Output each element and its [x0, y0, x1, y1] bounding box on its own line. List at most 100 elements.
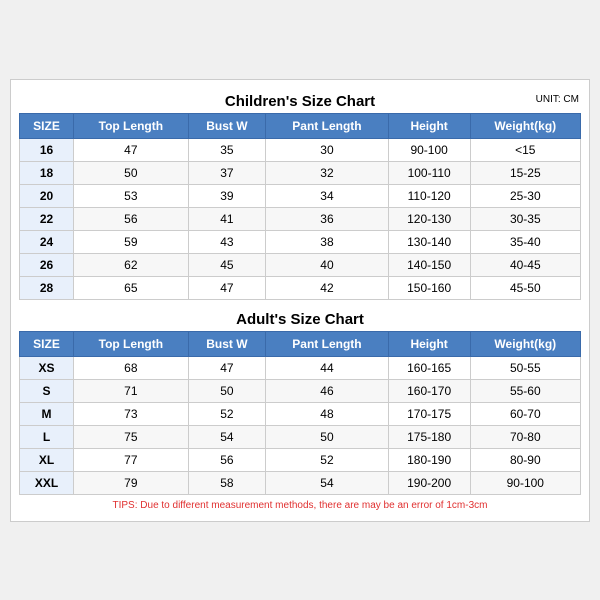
data-cell: 58	[188, 471, 266, 494]
adult-section-title: Adult's Size Chart	[19, 306, 581, 331]
data-cell: 80-90	[470, 448, 580, 471]
size-cell: S	[20, 379, 74, 402]
data-cell: 73	[74, 402, 189, 425]
unit-label: UNIT: CM	[536, 94, 579, 105]
data-cell: 44	[266, 356, 388, 379]
data-cell: 79	[74, 471, 189, 494]
table-row: 18503732100-11015-25	[20, 161, 581, 184]
data-cell: 100-110	[388, 161, 470, 184]
size-cell: 24	[20, 230, 74, 253]
data-cell: 38	[266, 230, 388, 253]
data-cell: 71	[74, 379, 189, 402]
size-cell: XL	[20, 448, 74, 471]
data-cell: 47	[188, 356, 266, 379]
children-title-text: Children's Size Chart	[225, 93, 375, 110]
table-row: 28654742150-16045-50	[20, 276, 581, 299]
data-cell: 50	[188, 379, 266, 402]
data-cell: 54	[188, 425, 266, 448]
table-row: XXL795854190-20090-100	[20, 471, 581, 494]
data-cell: <15	[470, 138, 580, 161]
data-cell: 190-200	[388, 471, 470, 494]
data-cell: 45	[188, 253, 266, 276]
data-cell: 62	[74, 253, 189, 276]
data-cell: 45-50	[470, 276, 580, 299]
table-row: 24594338130-14035-40	[20, 230, 581, 253]
data-cell: 60-70	[470, 402, 580, 425]
table-row: XL775652180-19080-90	[20, 448, 581, 471]
data-cell: 68	[74, 356, 189, 379]
data-cell: 90-100	[470, 471, 580, 494]
adult-col-header-pant-length: Pant Length	[266, 331, 388, 356]
data-cell: 47	[74, 138, 189, 161]
data-cell: 41	[188, 207, 266, 230]
size-cell: XXL	[20, 471, 74, 494]
data-cell: 59	[74, 230, 189, 253]
data-cell: 39	[188, 184, 266, 207]
data-cell: 175-180	[388, 425, 470, 448]
size-cell: 20	[20, 184, 74, 207]
col-header-pant-length: Pant Length	[266, 113, 388, 138]
data-cell: 46	[266, 379, 388, 402]
data-cell: 42	[266, 276, 388, 299]
data-cell: 37	[188, 161, 266, 184]
size-cell: L	[20, 425, 74, 448]
table-row: 20533934110-12025-30	[20, 184, 581, 207]
adult-size-table: SIZE Top Length Bust W Pant Length Heigh…	[19, 331, 581, 495]
data-cell: 36	[266, 207, 388, 230]
size-cell: 28	[20, 276, 74, 299]
data-cell: 30	[266, 138, 388, 161]
data-cell: 50	[266, 425, 388, 448]
adult-col-header-top-length: Top Length	[74, 331, 189, 356]
children-size-table: SIZE Top Length Bust W Pant Length Heigh…	[19, 113, 581, 300]
size-chart-container: Children's Size Chart UNIT: CM SIZE Top …	[10, 79, 590, 522]
children-section-title: Children's Size Chart UNIT: CM	[19, 88, 581, 113]
data-cell: 150-160	[388, 276, 470, 299]
data-cell: 180-190	[388, 448, 470, 471]
data-cell: 35	[188, 138, 266, 161]
table-row: 26624540140-15040-45	[20, 253, 581, 276]
data-cell: 56	[188, 448, 266, 471]
data-cell: 52	[266, 448, 388, 471]
data-cell: 40	[266, 253, 388, 276]
data-cell: 110-120	[388, 184, 470, 207]
data-cell: 47	[188, 276, 266, 299]
data-cell: 50-55	[470, 356, 580, 379]
tips-text: TIPS: Due to different measurement metho…	[19, 495, 581, 513]
data-cell: 170-175	[388, 402, 470, 425]
table-row: 22564136120-13030-35	[20, 207, 581, 230]
adult-header-row: SIZE Top Length Bust W Pant Length Heigh…	[20, 331, 581, 356]
size-cell: 22	[20, 207, 74, 230]
data-cell: 70-80	[470, 425, 580, 448]
data-cell: 90-100	[388, 138, 470, 161]
data-cell: 52	[188, 402, 266, 425]
data-cell: 160-170	[388, 379, 470, 402]
col-header-height: Height	[388, 113, 470, 138]
table-row: M735248170-17560-70	[20, 402, 581, 425]
size-cell: 16	[20, 138, 74, 161]
table-row: L755450175-18070-80	[20, 425, 581, 448]
table-row: XS684744160-16550-55	[20, 356, 581, 379]
data-cell: 15-25	[470, 161, 580, 184]
data-cell: 30-35	[470, 207, 580, 230]
data-cell: 140-150	[388, 253, 470, 276]
data-cell: 75	[74, 425, 189, 448]
adult-col-header-height: Height	[388, 331, 470, 356]
data-cell: 32	[266, 161, 388, 184]
col-header-size: SIZE	[20, 113, 74, 138]
data-cell: 54	[266, 471, 388, 494]
size-cell: 18	[20, 161, 74, 184]
size-cell: XS	[20, 356, 74, 379]
col-header-weight: Weight(kg)	[470, 113, 580, 138]
data-cell: 65	[74, 276, 189, 299]
data-cell: 43	[188, 230, 266, 253]
data-cell: 40-45	[470, 253, 580, 276]
adult-col-header-weight: Weight(kg)	[470, 331, 580, 356]
data-cell: 56	[74, 207, 189, 230]
col-header-bust-w: Bust W	[188, 113, 266, 138]
adult-col-header-size: SIZE	[20, 331, 74, 356]
data-cell: 130-140	[388, 230, 470, 253]
data-cell: 25-30	[470, 184, 580, 207]
size-cell: 26	[20, 253, 74, 276]
adult-col-header-bust-w: Bust W	[188, 331, 266, 356]
data-cell: 53	[74, 184, 189, 207]
